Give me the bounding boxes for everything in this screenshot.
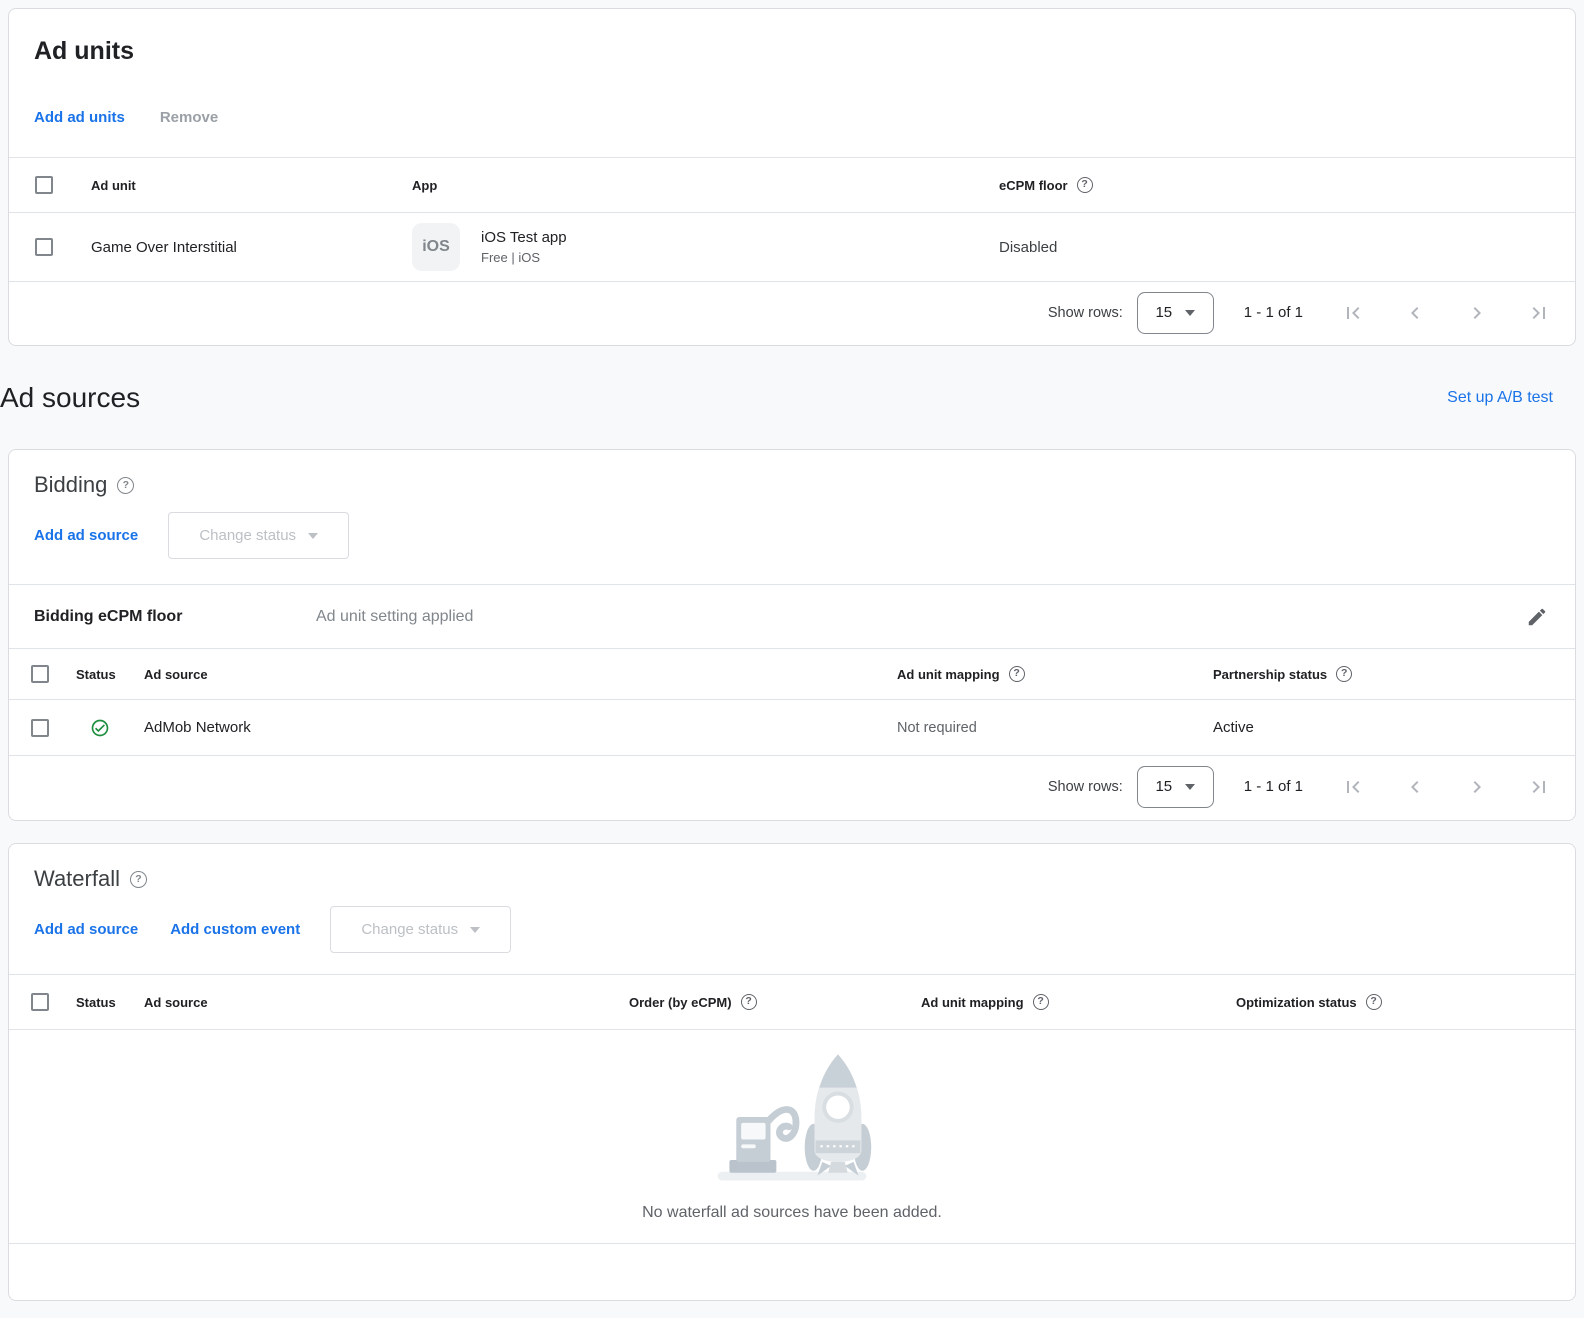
ad-unit-mapping-value: Not required — [897, 720, 1213, 736]
row-checkbox[interactable] — [35, 238, 53, 256]
bidding-ecpm-floor-row: Bidding eCPM floor Ad unit setting appli… — [9, 584, 1575, 648]
setup-ab-test-link[interactable]: Set up A/B test — [1447, 389, 1553, 407]
add-ad-source-button[interactable]: Add ad source — [34, 527, 138, 544]
pencil-icon — [1526, 606, 1548, 628]
help-icon[interactable]: ? — [1033, 994, 1049, 1010]
bidding-ecpm-floor-label: Bidding eCPM floor — [34, 608, 316, 626]
help-icon[interactable]: ? — [1009, 666, 1025, 682]
rows-per-page-value: 15 — [1155, 778, 1172, 795]
page-range: 1 - 1 of 1 — [1244, 304, 1303, 321]
bidding-title: Bidding — [34, 472, 107, 498]
help-icon[interactable]: ? — [1366, 994, 1382, 1010]
ad-unit-row[interactable]: Game Over Interstitial iOS iOS Test app … — [9, 212, 1575, 281]
next-page-icon[interactable] — [1465, 775, 1489, 799]
column-header-ad-unit-mapping: Ad unit mapping — [921, 995, 1024, 1010]
ios-app-icon: iOS — [412, 223, 460, 271]
bidding-table-header: Status Ad source Ad unit mapping ? Partn… — [9, 648, 1575, 699]
chevron-down-icon — [308, 533, 318, 539]
help-icon[interactable]: ? — [741, 994, 757, 1010]
ad-units-pagination: Show rows: 15 1 - 1 of 1 — [9, 281, 1575, 343]
column-header-app: App — [412, 178, 999, 193]
chevron-down-icon — [470, 927, 480, 933]
waterfall-empty-state: No waterfall ad sources have been added. — [9, 1029, 1575, 1243]
change-status-label: Change status — [361, 921, 458, 938]
column-header-ad-source: Ad source — [144, 995, 629, 1010]
row-checkbox[interactable] — [31, 719, 49, 737]
bidding-pagination: Show rows: 15 1 - 1 of 1 — [9, 755, 1575, 817]
bidding-header: Bidding ? Add ad source Change status — [9, 450, 1575, 584]
help-icon[interactable]: ? — [130, 871, 147, 888]
ad-sources-section-bar: Ad sources Set up A/B test — [0, 346, 1584, 449]
column-header-order: Order (by eCPM) — [629, 995, 732, 1010]
column-header-partnership-status: Partnership status — [1213, 667, 1327, 682]
remove-button[interactable]: Remove — [160, 109, 218, 126]
ad-units-toolbar: Add ad units Remove — [34, 109, 218, 126]
column-header-ecpm-floor: eCPM floor — [999, 178, 1068, 193]
last-page-icon[interactable] — [1527, 775, 1551, 799]
next-page-icon[interactable] — [1465, 301, 1489, 325]
chevron-down-icon — [1185, 784, 1195, 790]
chevron-down-icon — [1185, 310, 1195, 316]
rows-per-page-select[interactable]: 15 — [1137, 766, 1214, 808]
column-header-ad-source: Ad source — [144, 667, 897, 682]
pagination-nav — [1341, 775, 1551, 799]
ad-units-title: Ad units — [34, 37, 134, 66]
select-all-checkbox[interactable] — [31, 993, 49, 1011]
partnership-status-value: Active — [1213, 719, 1575, 736]
bidding-source-row[interactable]: AdMob Network Not required Active — [9, 699, 1575, 755]
column-header-status: Status — [76, 995, 144, 1010]
ad-units-table-header: Ad unit App eCPM floor ? — [9, 157, 1575, 212]
add-ad-source-button[interactable]: Add ad source — [34, 921, 138, 938]
ecpm-floor-value: Disabled — [999, 239, 1575, 256]
help-icon[interactable]: ? — [1077, 177, 1093, 193]
waterfall-card: Waterfall ? Add ad source Add custom eve… — [8, 843, 1576, 1301]
page-range: 1 - 1 of 1 — [1244, 778, 1303, 795]
waterfall-table-header: Status Ad source Order (by eCPM) ? Ad un… — [9, 974, 1575, 1029]
change-status-button[interactable]: Change status — [168, 512, 349, 559]
ad-units-header: Ad units Add ad units Remove — [9, 9, 1575, 157]
change-status-label: Change status — [199, 527, 296, 544]
app-name: iOS Test app — [481, 229, 567, 246]
rocket-fuel-illustration — [704, 1046, 880, 1184]
select-all-checkbox[interactable] — [35, 176, 53, 194]
show-rows-label: Show rows: — [1048, 305, 1123, 321]
change-status-button[interactable]: Change status — [330, 906, 511, 953]
help-icon[interactable]: ? — [1336, 666, 1352, 682]
rows-per-page-select[interactable]: 15 — [1137, 292, 1214, 334]
pagination-nav — [1341, 301, 1551, 325]
app-cell: iOS iOS Test app Free | iOS — [412, 223, 999, 271]
status-active-icon — [90, 718, 110, 738]
previous-page-icon[interactable] — [1403, 775, 1427, 799]
rows-per-page-value: 15 — [1155, 304, 1172, 321]
add-custom-event-button[interactable]: Add custom event — [170, 921, 300, 938]
first-page-icon[interactable] — [1341, 301, 1365, 325]
column-header-ad-unit: Ad unit — [91, 178, 412, 193]
ad-sources-title: Ad sources — [0, 382, 140, 414]
first-page-icon[interactable] — [1341, 775, 1365, 799]
previous-page-icon[interactable] — [1403, 301, 1427, 325]
bidding-toolbar: Add ad source Change status — [34, 512, 349, 559]
column-header-optimization-status: Optimization status — [1236, 995, 1357, 1010]
waterfall-header: Waterfall ? Add ad source Add custom eve… — [9, 844, 1575, 974]
app-meta: Free | iOS — [481, 250, 567, 265]
last-page-icon[interactable] — [1527, 301, 1551, 325]
help-icon[interactable]: ? — [117, 477, 134, 494]
edit-button[interactable] — [1523, 603, 1551, 631]
bidding-card: Bidding ? Add ad source Change status Bi… — [8, 449, 1576, 821]
waterfall-footer — [9, 1243, 1575, 1299]
waterfall-toolbar: Add ad source Add custom event Change st… — [34, 906, 511, 953]
waterfall-empty-message: No waterfall ad sources have been added. — [642, 1204, 942, 1222]
waterfall-title: Waterfall — [34, 866, 120, 892]
show-rows-label: Show rows: — [1048, 779, 1123, 795]
bidding-ecpm-floor-value: Ad unit setting applied — [316, 608, 1523, 626]
column-header-ad-unit-mapping: Ad unit mapping — [897, 667, 1000, 682]
ad-units-card: Ad units Add ad units Remove Ad unit App… — [8, 8, 1576, 346]
column-header-status: Status — [76, 667, 144, 682]
select-all-checkbox[interactable] — [31, 665, 49, 683]
ad-source-name[interactable]: AdMob Network — [144, 719, 897, 736]
ad-unit-name[interactable]: Game Over Interstitial — [91, 239, 412, 256]
add-ad-units-button[interactable]: Add ad units — [34, 109, 125, 126]
